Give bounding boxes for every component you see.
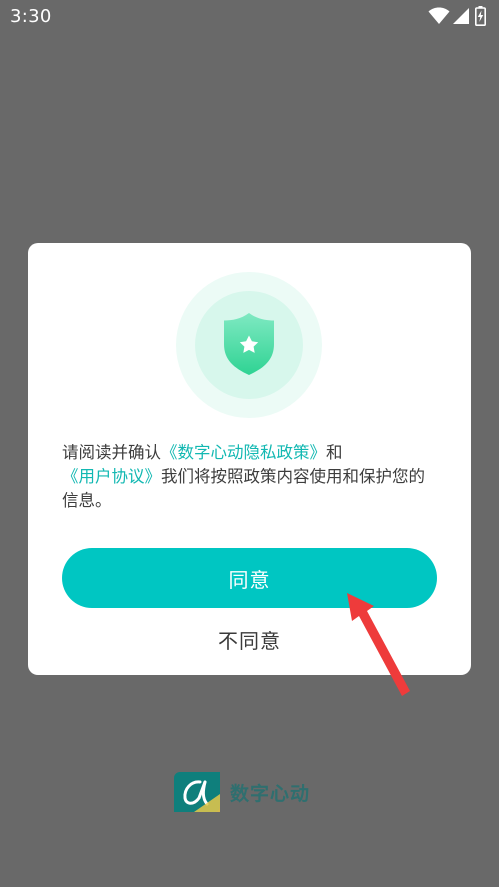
brand: 数字心动 bbox=[174, 772, 334, 812]
status-time: 3:30 bbox=[10, 6, 52, 27]
privacy-policy-link[interactable]: 《数字心动隐私政策》 bbox=[161, 443, 326, 462]
digital-heartbeat-logo-icon bbox=[174, 772, 220, 812]
battery-charging-icon bbox=[475, 6, 486, 26]
disagree-button[interactable]: 不同意 bbox=[162, 620, 337, 658]
status-bar: 3:30 bbox=[0, 0, 499, 34]
shield-star-icon bbox=[176, 272, 322, 418]
wifi-icon bbox=[428, 7, 450, 24]
cellular-signal-icon bbox=[453, 8, 469, 24]
app-screen: 3:30 请阅读并确认《数字心动隐私政策》和《用户协议》我们将按照政策内容使用和… bbox=[0, 0, 499, 887]
consent-text-and: 和 bbox=[326, 443, 343, 462]
brand-name: 数字心动 bbox=[230, 783, 311, 805]
user-agreement-link[interactable]: 《用户协议》 bbox=[62, 467, 161, 486]
consent-message: 请阅读并确认《数字心动隐私政策》和《用户协议》我们将按照政策内容使用和保护您的信… bbox=[62, 441, 437, 513]
consent-text-intro: 请阅读并确认 bbox=[62, 443, 161, 462]
pointer-arrow-icon bbox=[347, 593, 410, 696]
